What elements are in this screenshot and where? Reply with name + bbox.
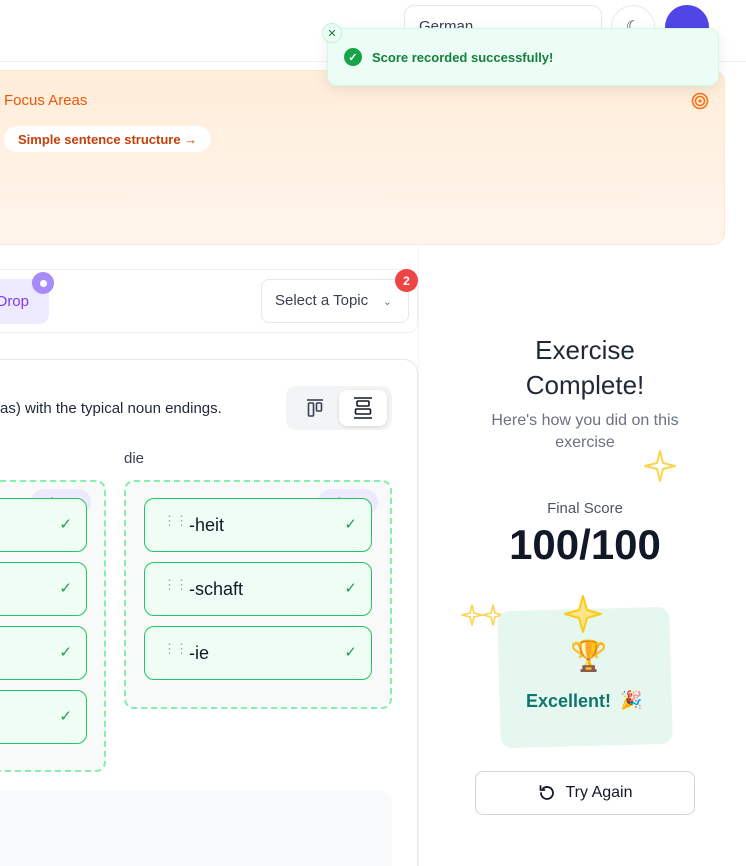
check-icon: ✓ [59, 516, 72, 533]
list-item[interactable]: ⋮⋮ -heit ✓ [144, 498, 372, 552]
try-again-button[interactable]: Try Again [475, 771, 695, 815]
drag-handle-icon[interactable]: ⋮⋮ [163, 578, 188, 591]
focus-areas-title: Focus Areas [4, 92, 88, 109]
final-score-label: Final Score [547, 500, 623, 517]
page: German ⌄ ☾ ✕ ✓ Score recorded successful… [0, 0, 746, 866]
check-icon: ✓ [344, 516, 357, 533]
success-toast: ✕ ✓ Score recorded successfully! [322, 23, 719, 86]
column-label-die: die [124, 450, 145, 467]
chevron-down-icon: ⌄ [382, 296, 392, 308]
target-icon [691, 92, 709, 110]
drag-handle-icon[interactable]: ⋮⋮ [163, 514, 188, 527]
check-circle-icon: ✓ [344, 48, 362, 66]
item-label: -ie [189, 643, 210, 663]
check-icon: ✓ [344, 580, 357, 597]
refresh-icon [539, 785, 554, 800]
party-icon: 🎉 [620, 690, 643, 710]
check-icon: ✓ [344, 644, 357, 661]
focus-areas-card: Focus Areas Simple sentence structure → [0, 70, 725, 245]
feedback-panel [0, 791, 392, 866]
exercise-instruction: as) with the typical noun endings. [0, 400, 222, 417]
results-subtitle: Here's how you did on this exercise [491, 412, 679, 451]
list-item[interactable]: ✓ [0, 498, 87, 552]
list-item[interactable]: ⋮⋮ -schaft ✓ [144, 562, 372, 616]
align-top-icon [307, 399, 323, 417]
drag-drop-mode-label: Drop [0, 293, 29, 310]
list-item[interactable]: ✓ [0, 562, 87, 616]
topic-select-placeholder: Select a Topic [275, 292, 369, 309]
topic-select[interactable]: Select a Topic ⌄ [261, 279, 409, 323]
active-indicator-dot [32, 272, 54, 294]
final-score-value: 100/100 [509, 521, 661, 568]
try-again-label: Try Again [565, 784, 633, 801]
notification-badge: 2 [395, 269, 418, 292]
align-top-button[interactable] [291, 390, 339, 426]
drag-handle-icon[interactable]: ⋮⋮ [163, 642, 188, 655]
check-icon: ✓ [59, 708, 72, 725]
item-label: -schaft [189, 579, 244, 599]
rating-label: Excellent! [526, 691, 612, 711]
list-item[interactable]: ✓ [0, 690, 87, 744]
check-icon: ✓ [59, 580, 72, 597]
trophy-icon: 🏆 [570, 640, 608, 673]
results-title: Exercise Complete! [525, 335, 645, 400]
toast-message: Score recorded successfully! [372, 49, 554, 65]
align-center-icon [354, 397, 372, 419]
align-center-button[interactable] [339, 390, 387, 426]
view-toggle [286, 386, 392, 430]
check-icon: ✓ [59, 644, 72, 661]
sparkle-icon [644, 450, 676, 482]
list-item[interactable]: ✓ [0, 626, 87, 680]
focus-area-chip[interactable]: Simple sentence structure → [4, 126, 212, 152]
sparkle-icon [564, 595, 602, 633]
item-label: -heit [189, 515, 225, 535]
list-item[interactable]: ⋮⋮ -ie ✓ [144, 626, 372, 680]
close-icon[interactable]: ✕ [322, 23, 342, 43]
